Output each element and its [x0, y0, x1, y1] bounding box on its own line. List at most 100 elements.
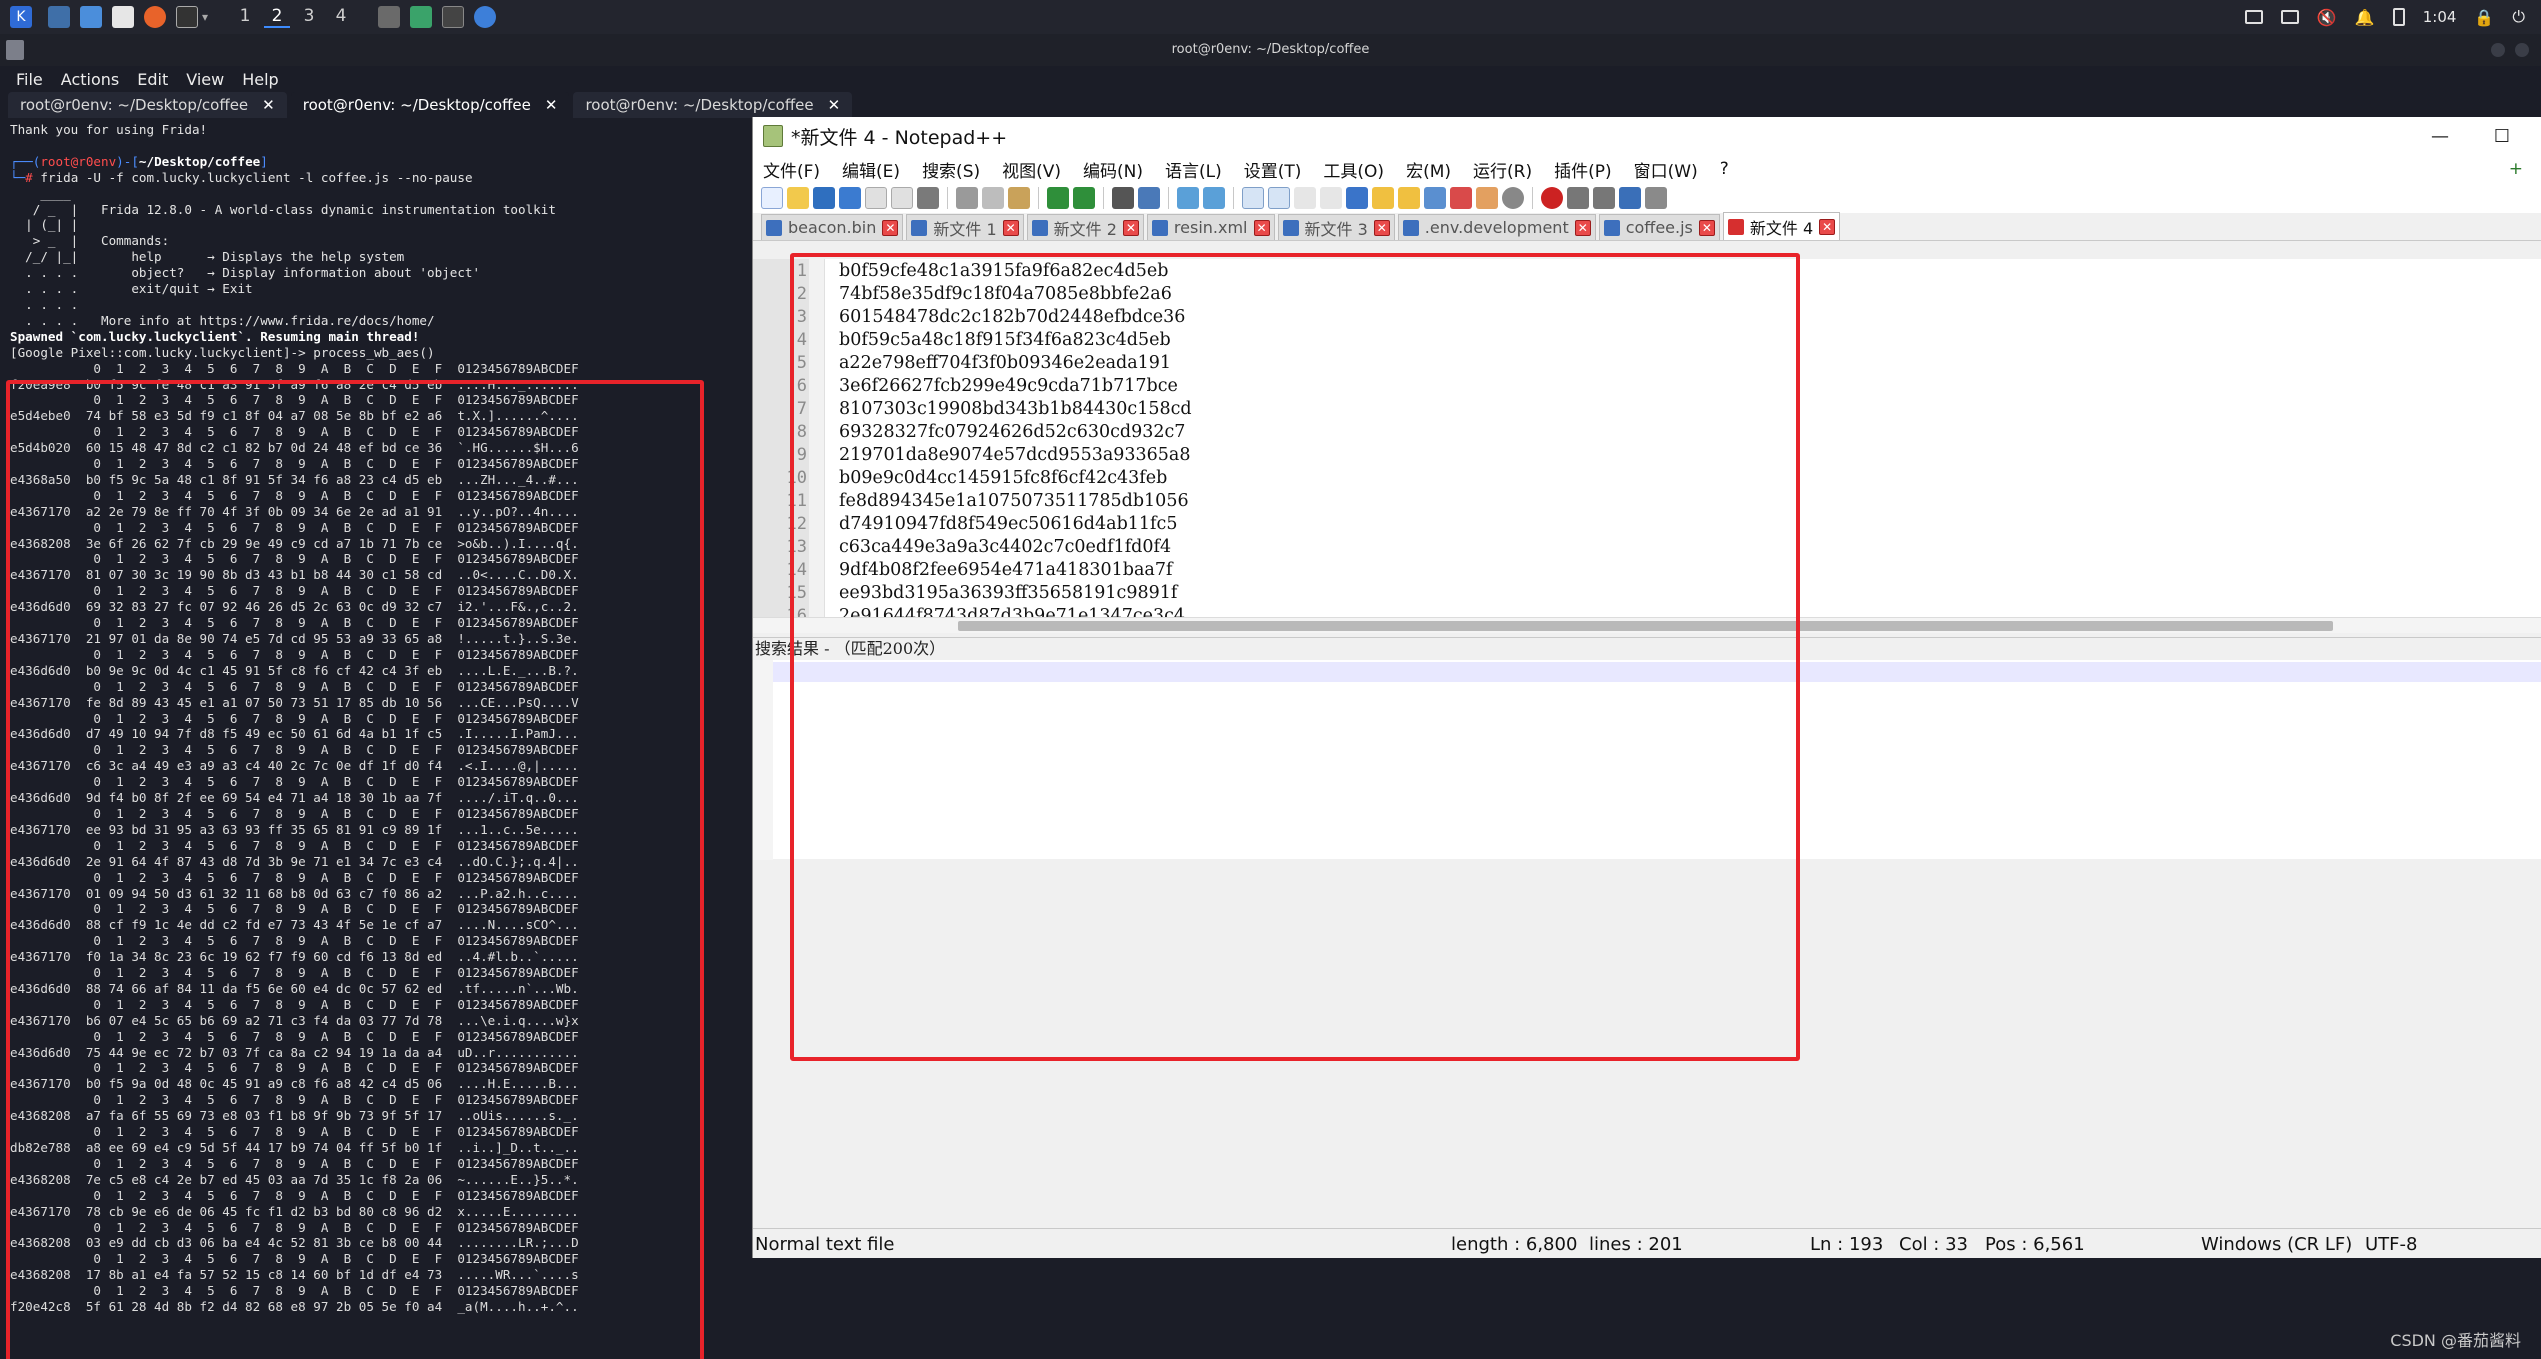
zoom-out-icon[interactable]: [1203, 187, 1225, 209]
editor-line[interactable]: 8107303c19908bd343b1b84430c158cd: [839, 398, 1192, 421]
file-tab[interactable]: resin.xml ✕: [1146, 214, 1275, 240]
terminal-tab-active[interactable]: root@r0env: ~/Desktop/coffee ✕: [290, 92, 570, 118]
editor-line[interactable]: d74910947fd8f549ec50616d4ab11fc5: [839, 513, 1192, 536]
menu-view[interactable]: View: [186, 70, 224, 89]
battery-icon[interactable]: [2392, 8, 2405, 26]
clock[interactable]: 1:04: [2423, 8, 2457, 26]
file-tab-active[interactable]: 新文件 4 ✕: [1722, 212, 1841, 240]
power-icon[interactable]: ⏻: [2512, 7, 2525, 27]
file-tab[interactable]: 新文件 2 ✕: [1026, 214, 1144, 240]
workspace-1[interactable]: 1: [232, 6, 258, 28]
editor-text[interactable]: b0f59cfe48c1a3915fa9f6a82ec4d5eb 74bf58e3…: [825, 260, 1192, 617]
scrollbar-thumb[interactable]: [958, 621, 2333, 631]
editor-line[interactable]: b0f59c5a48c18f915f34f6a823c4d5eb: [839, 329, 1192, 352]
file-tab[interactable]: 新文件 3 ✕: [1277, 214, 1395, 240]
sync-vertical-icon[interactable]: [1242, 187, 1264, 209]
close-icon[interactable]: ✕: [1819, 218, 1836, 235]
cut-icon[interactable]: [956, 187, 978, 209]
menu-language[interactable]: 语言(L): [1165, 157, 1222, 182]
menu-edit[interactable]: Edit: [137, 70, 168, 89]
menu-actions[interactable]: Actions: [61, 70, 119, 89]
editor-line[interactable]: 219701da8e9074e57dcd9553a93365a8: [839, 444, 1192, 467]
close-icon[interactable]: ✕: [1253, 219, 1270, 236]
editor-line[interactable]: 3e6f26627fcb299e49c9cda71b717bce: [839, 375, 1192, 398]
workspace-4[interactable]: 4: [328, 6, 354, 28]
redo-icon[interactable]: [1073, 187, 1095, 209]
editor-line[interactable]: a22e798eff704f3f0b09346e2eada191: [839, 352, 1192, 375]
menu-help[interactable]: Help: [242, 70, 278, 89]
display-icon[interactable]: [2244, 10, 2263, 24]
zoom-in-icon[interactable]: [1177, 187, 1199, 209]
app-icon[interactable]: [474, 6, 496, 28]
terminal-tab[interactable]: root@r0env: ~/Desktop/coffee ✕: [8, 92, 287, 118]
close-icon[interactable]: ✕: [1373, 219, 1390, 236]
file-manager-icon[interactable]: [80, 6, 102, 28]
close-icon[interactable]: ✕: [1122, 219, 1139, 236]
editor-line[interactable]: ee93bd3195a36393ff35658191c9891f: [839, 582, 1192, 605]
menu-settings[interactable]: 设置(T): [1244, 157, 1302, 182]
comment-icon[interactable]: [1502, 187, 1524, 209]
status-encoding[interactable]: UTF-8: [2365, 1234, 2417, 1255]
record-macro-icon[interactable]: [1541, 187, 1563, 209]
add-tab-icon[interactable]: +: [2509, 159, 2523, 179]
replace-icon[interactable]: [1138, 187, 1160, 209]
search-results-selected-line[interactable]: [773, 662, 2541, 682]
editor-line[interactable]: 9df4b08f2fee6954e471a418301baa7f: [839, 559, 1192, 582]
editor-line[interactable]: 74bf58e35df9c18f04a7085e8bbfe2a6: [839, 283, 1192, 306]
search-results-panel[interactable]: 搜索结果 - （匹配200次）: [753, 637, 2541, 860]
menu-window[interactable]: 窗口(W): [1634, 157, 1698, 182]
close-button[interactable]: [2515, 43, 2529, 57]
minimize-button[interactable]: —: [2409, 117, 2471, 155]
app-icon[interactable]: [410, 6, 432, 28]
status-eol[interactable]: Windows (CR LF): [2201, 1234, 2352, 1255]
menu-macro[interactable]: 宏(M): [1406, 157, 1451, 182]
editor-line[interactable]: b09e9c0d4cc145915fc8f6cf42c43feb: [839, 467, 1192, 490]
app-icon[interactable]: [378, 6, 400, 28]
keyboard-icon[interactable]: [2280, 10, 2299, 24]
show-desktop-icon[interactable]: [48, 6, 70, 28]
udl-icon[interactable]: [1372, 187, 1394, 209]
open-file-icon[interactable]: [787, 187, 809, 209]
file-tab[interactable]: 新文件 1 ✕: [906, 214, 1024, 240]
workspace-3[interactable]: 3: [296, 6, 322, 28]
save-macro-icon[interactable]: [1645, 187, 1667, 209]
save-all-icon[interactable]: [839, 187, 861, 209]
show-all-chars-icon[interactable]: [1320, 187, 1342, 209]
paste-icon[interactable]: [1008, 187, 1030, 209]
monitoring-icon[interactable]: [1476, 187, 1498, 209]
menu-help[interactable]: ?: [1720, 159, 1729, 179]
menu-tools[interactable]: 工具(O): [1323, 157, 1384, 182]
print-icon[interactable]: [917, 187, 939, 209]
close-icon[interactable]: ✕: [828, 96, 841, 114]
play-macro-icon[interactable]: [1593, 187, 1615, 209]
menu-file[interactable]: 文件(F): [763, 157, 820, 182]
undo-icon[interactable]: [1047, 187, 1069, 209]
file-tab[interactable]: .env.development ✕: [1397, 214, 1596, 240]
file-tab[interactable]: coffee.js ✕: [1598, 214, 1720, 240]
save-icon[interactable]: [813, 187, 835, 209]
minimize-button[interactable]: [2491, 43, 2505, 57]
doc-map-icon[interactable]: [1398, 187, 1420, 209]
editor-line[interactable]: b0f59cfe48c1a3915fa9f6a82ec4d5eb: [839, 260, 1192, 283]
close-file-icon[interactable]: [865, 187, 887, 209]
menu-encoding[interactable]: 编码(N): [1083, 157, 1143, 182]
mute-icon[interactable]: 🔇: [2317, 8, 2337, 27]
kali-menu-icon[interactable]: K: [10, 6, 32, 28]
new-file-icon[interactable]: [761, 187, 783, 209]
terminal-icon[interactable]: [176, 6, 198, 28]
menu-run[interactable]: 运行(R): [1473, 157, 1532, 182]
editor-line[interactable]: 601548478dc2c182b70d2448efbdce36: [839, 306, 1192, 329]
terminal-window-icon[interactable]: [442, 6, 464, 28]
find-icon[interactable]: [1112, 187, 1134, 209]
close-icon[interactable]: ✕: [545, 96, 558, 114]
editor-area[interactable]: 1234567891011121314151617181920212223242…: [753, 259, 2541, 617]
search-results-header[interactable]: 搜索结果 - （匹配200次）: [753, 638, 2541, 660]
run-macro-multiple-icon[interactable]: [1619, 187, 1641, 209]
sync-horizontal-icon[interactable]: [1268, 187, 1290, 209]
close-icon[interactable]: ✕: [882, 219, 899, 236]
workspace-2[interactable]: 2: [264, 6, 290, 28]
editor-line[interactable]: 69328327fc07924626d52c630cd932c7: [839, 421, 1192, 444]
editor-line[interactable]: 2e91644f8743d87d3b9e71e1347ce3c4: [839, 605, 1192, 617]
lock-icon[interactable]: 🔒: [2474, 8, 2494, 27]
editor-line[interactable]: fe8d894345e1a1075073511785db1056: [839, 490, 1192, 513]
